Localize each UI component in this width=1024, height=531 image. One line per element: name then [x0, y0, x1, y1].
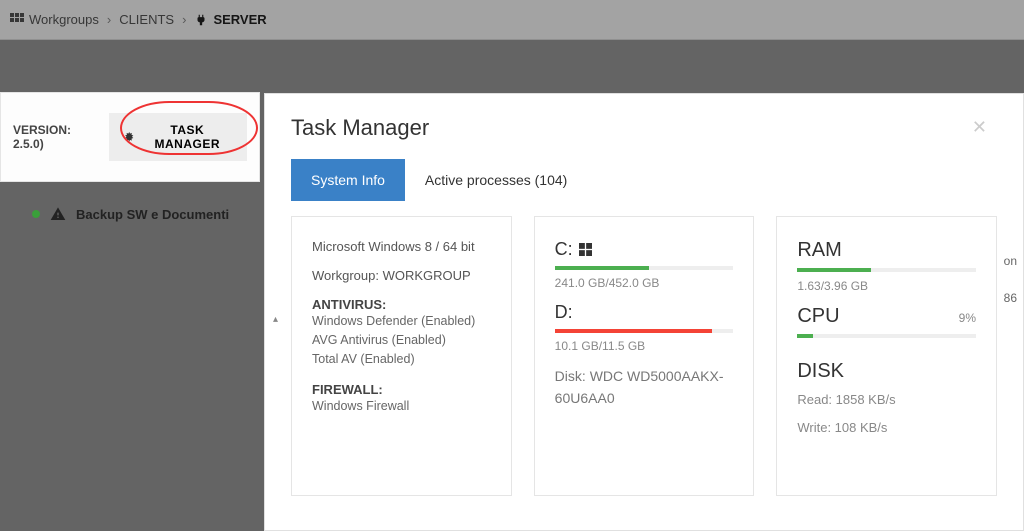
modal-title: Task Manager: [291, 115, 429, 141]
disk-write: Write: 108 KB/s: [797, 417, 976, 439]
tab-bar: System Info Active processes (104) ▴: [265, 159, 1023, 201]
disk-model: Disk: WDC WD5000AAKX-60U6AA0: [555, 365, 734, 410]
burst-icon: [123, 130, 135, 144]
bg-fragment: on: [1004, 254, 1017, 268]
system-info-card: Microsoft Windows 8 / 64 bit Workgroup: …: [291, 216, 512, 496]
windows-icon: [579, 243, 592, 256]
antivirus-label: ANTIVIRUS:: [312, 297, 491, 312]
ram-usage: 1.63/3.96 GB: [797, 279, 976, 293]
bg-fragment: 86: [1004, 291, 1017, 305]
antivirus-item: Total AV (Enabled): [312, 350, 491, 369]
ram-label: RAM: [797, 239, 976, 262]
ram-bar: [797, 268, 976, 272]
drive-c-label: C:: [555, 239, 734, 260]
workgroup-line: Workgroup: WORKGROUP: [312, 268, 491, 283]
drive-d-bar: [555, 329, 734, 333]
side-panel: VERSION: 2.5.0) TASK MANAGER: [0, 92, 260, 182]
cpu-percent: 9%: [959, 311, 976, 325]
drive-c-bar: [555, 266, 734, 270]
disk-card: C: 241.0 GB/452.0 GB D: 10.1 GB/11.5 GB …: [534, 216, 755, 496]
antivirus-item: Windows Defender (Enabled): [312, 312, 491, 331]
antivirus-item: AVG Antivirus (Enabled): [312, 331, 491, 350]
disk-stats-label: DISK: [797, 360, 976, 383]
scroll-arrow-icon: ▴: [273, 314, 278, 325]
cpu-bar: [797, 334, 976, 338]
tab-system-info[interactable]: System Info: [291, 159, 405, 201]
backup-item[interactable]: Backup SW e Documenti: [2, 196, 259, 232]
os-line: Microsoft Windows 8 / 64 bit: [312, 239, 491, 254]
task-manager-modal: Task Manager ✕ System Info Active proces…: [264, 93, 1024, 531]
firewall-label: FIREWALL:: [312, 382, 491, 397]
backup-label: Backup SW e Documenti: [76, 207, 229, 222]
task-manager-button[interactable]: TASK MANAGER: [109, 113, 247, 161]
status-dot-green: [32, 210, 40, 218]
drive-d-label: D:: [555, 302, 734, 323]
stats-card: RAM 1.63/3.96 GB CPU 9% DISK Read: 1858 …: [776, 216, 997, 496]
disk-read: Read: 1858 KB/s: [797, 389, 976, 411]
cpu-label: CPU: [797, 305, 839, 328]
drive-d-usage: 10.1 GB/11.5 GB: [555, 339, 734, 353]
warning-icon: [50, 206, 66, 222]
drive-c-usage: 241.0 GB/452.0 GB: [555, 276, 734, 290]
close-icon[interactable]: ✕: [962, 113, 997, 142]
version-label: VERSION: 2.5.0): [13, 123, 95, 151]
tab-active-processes[interactable]: Active processes (104): [405, 159, 587, 201]
firewall-item: Windows Firewall: [312, 397, 491, 416]
